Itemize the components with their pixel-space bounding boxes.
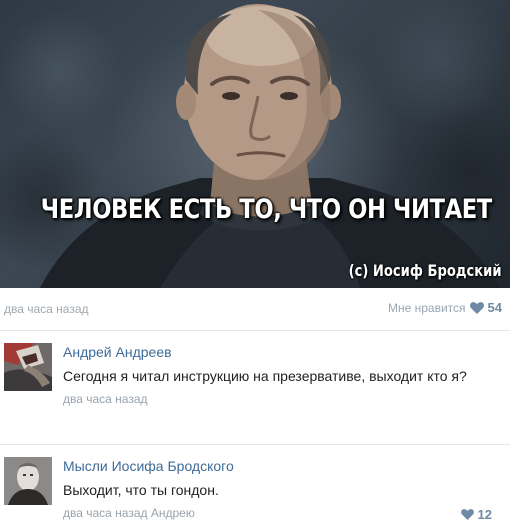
comment-like-count: 12 (477, 507, 492, 522)
comment-body: Андрей Андреев Сегодня я читал инструкци… (63, 344, 502, 406)
comment-timestamp[interactable]: два часа назад (63, 506, 148, 520)
avatar-image (4, 343, 52, 391)
comment-text: Сегодня я читал инструкцию на презервати… (63, 368, 467, 384)
comment-author[interactable]: Мысли Иосифа Бродского (63, 458, 502, 475)
reply-to-link[interactable]: Андрею (151, 506, 195, 520)
post-like-button[interactable]: Мне нравится 54 (388, 300, 502, 315)
heart-icon (460, 509, 474, 520)
comment-item: Андрей Андреев Сегодня я читал инструкци… (0, 331, 510, 445)
comment-text: Выходит, что ты гондон. (63, 482, 219, 498)
avatar-image (4, 457, 52, 505)
post-meta: два часа назад Мне нравится 54 (0, 288, 510, 331)
comment-item: Мысли Иосифа Бродского Выходит, что ты г… (0, 445, 510, 527)
comment-footer: два часа назад (63, 392, 502, 406)
like-count: 54 (487, 300, 502, 315)
comment-author[interactable]: Андрей Андреев (63, 344, 502, 361)
avatar[interactable] (4, 343, 52, 391)
comment-footer: два часа назад Андрею (63, 506, 502, 520)
post-image[interactable]: ЧЕЛОВЕК ЕСТЬ ТО, ЧТО ОН ЧИТАЕТ (с) Иосиф… (0, 0, 510, 288)
comment-like-button[interactable]: 12 (460, 507, 492, 522)
image-headline: ЧЕЛОВЕК ЕСТЬ ТО, ЧТО ОН ЧИТАЕТ (40, 194, 492, 225)
avatar[interactable] (4, 457, 52, 505)
comment-timestamp[interactable]: два часа назад (63, 392, 148, 406)
heart-icon (469, 301, 484, 314)
like-label: Мне нравится (387, 300, 466, 315)
comment-body: Мысли Иосифа Бродского Выходит, что ты г… (63, 458, 502, 522)
image-caption: (с) Иосиф Бродский (349, 261, 502, 280)
post-timestamp[interactable]: два часа назад (4, 302, 89, 316)
portrait-photo (40, 4, 500, 288)
